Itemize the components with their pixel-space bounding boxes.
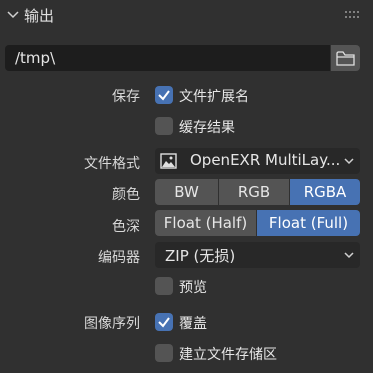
chevron-down-icon[interactable] bbox=[6, 8, 20, 22]
placeholders-checkbox[interactable] bbox=[155, 344, 173, 362]
overwrite-checkbox[interactable] bbox=[155, 313, 173, 331]
output-path-value: /tmp\ bbox=[15, 49, 56, 67]
codec-dropdown[interactable]: ZIP (无损) bbox=[155, 242, 360, 268]
preview-checkbox[interactable] bbox=[155, 277, 173, 295]
placeholders-label[interactable]: 建立文件存储区 bbox=[179, 344, 277, 364]
color-label: 颜色 bbox=[112, 187, 140, 203]
image-sequence-label: 图像序列 bbox=[84, 316, 140, 332]
folder-icon bbox=[336, 51, 355, 66]
output-path-input[interactable]: /tmp\ bbox=[5, 45, 330, 71]
preview-label[interactable]: 预览 bbox=[179, 277, 207, 297]
chevron-down-icon bbox=[344, 252, 354, 259]
checkmark-icon bbox=[158, 317, 170, 328]
cache-result-checkbox[interactable] bbox=[155, 117, 173, 135]
file-extensions-label[interactable]: 文件扩展名 bbox=[179, 86, 249, 106]
codec-value: ZIP (无损) bbox=[165, 247, 236, 265]
cache-result-label[interactable]: 缓存结果 bbox=[179, 117, 235, 137]
file-extensions-checkbox[interactable] bbox=[155, 86, 173, 104]
chevron-down-icon bbox=[344, 158, 354, 165]
browse-folder-button[interactable] bbox=[331, 45, 360, 71]
color-option-bw[interactable]: BW bbox=[155, 179, 218, 205]
color-option-rgb[interactable]: RGB bbox=[219, 179, 289, 205]
panel-title: 输出 bbox=[24, 7, 55, 25]
overwrite-label[interactable]: 覆盖 bbox=[179, 313, 207, 333]
image-icon bbox=[160, 153, 177, 169]
color-option-rgba[interactable]: RGBA bbox=[290, 179, 360, 205]
file-format-dropdown[interactable]: OpenEXR MultiLay... bbox=[155, 148, 360, 174]
color-depth-option-half[interactable]: Float (Half) bbox=[155, 210, 256, 236]
checkmark-icon bbox=[158, 90, 170, 101]
codec-label: 编码器 bbox=[98, 250, 140, 266]
file-format-label: 文件格式 bbox=[84, 156, 140, 172]
output-panel-header[interactable]: 输出 bbox=[0, 0, 373, 30]
save-label: 保存 bbox=[112, 89, 140, 105]
color-depth-option-full[interactable]: Float (Full) bbox=[257, 210, 360, 236]
drag-grip-icon[interactable] bbox=[344, 10, 362, 20]
color-depth-label: 色深 bbox=[112, 219, 140, 235]
file-format-value: OpenEXR MultiLay... bbox=[190, 151, 341, 169]
